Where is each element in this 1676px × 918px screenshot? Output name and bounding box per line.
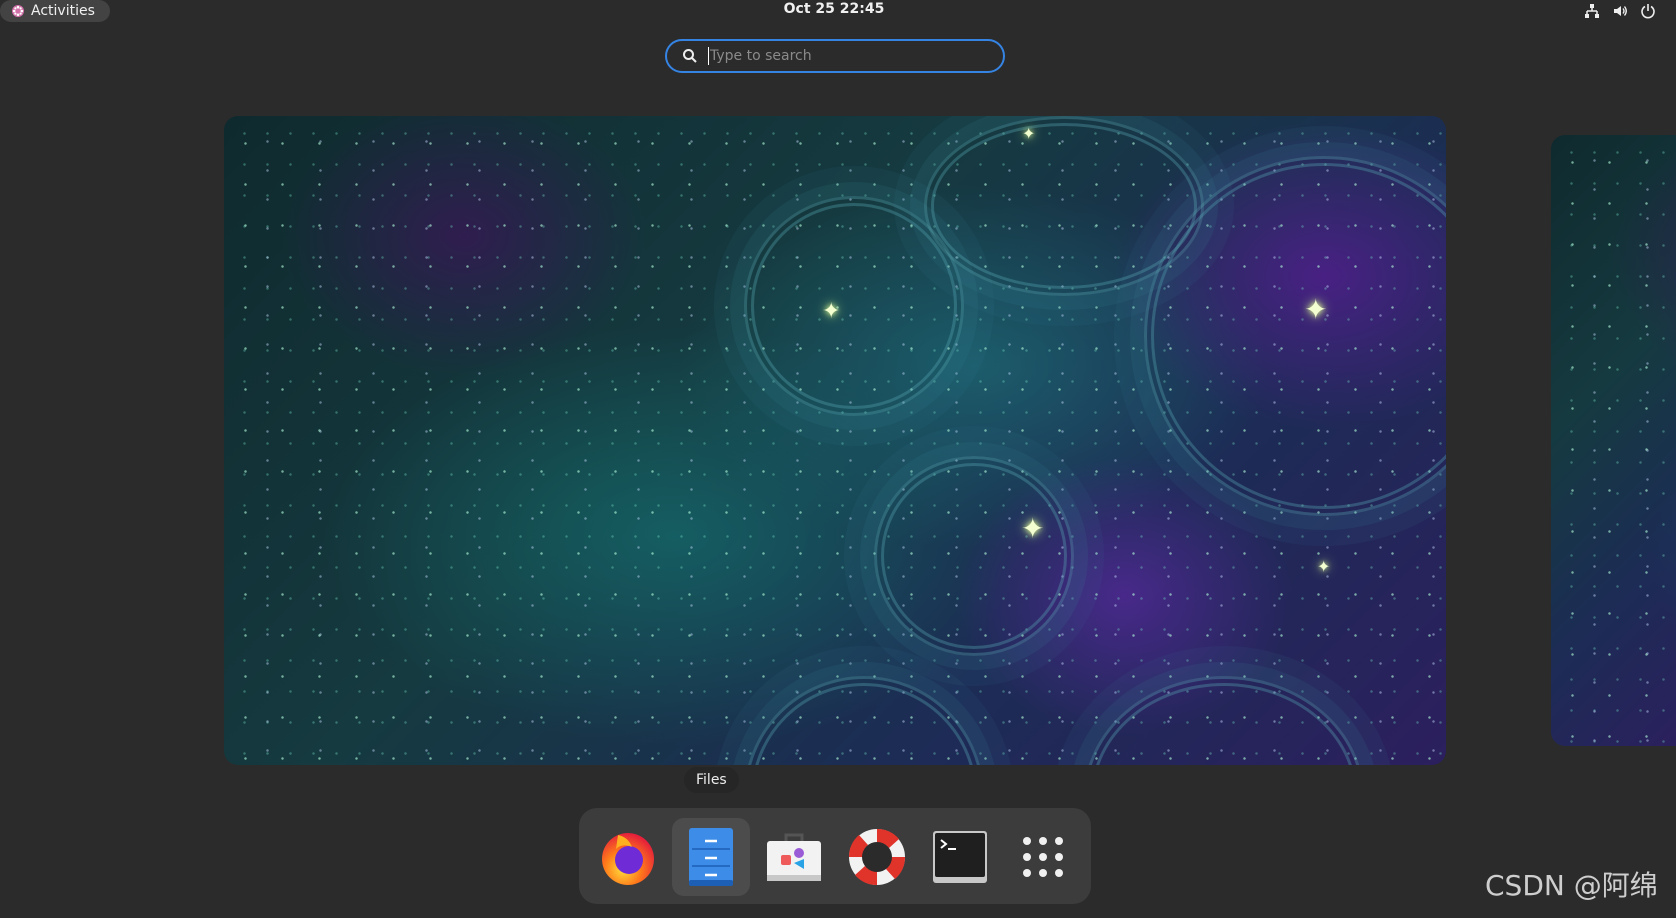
activities-logo-icon bbox=[12, 5, 24, 17]
wallpaper-star: ✦ bbox=[1304, 293, 1328, 326]
wallpaper-star: ✦ bbox=[1317, 557, 1331, 576]
software-icon bbox=[767, 833, 821, 881]
wallpaper-texture bbox=[1551, 135, 1676, 746]
wallpaper-ring bbox=[924, 116, 1204, 296]
top-bar: Activities Oct 25 22:45 bbox=[0, 0, 1676, 22]
activities-label: Activities bbox=[31, 3, 95, 19]
firefox-icon bbox=[602, 833, 654, 885]
wallpaper-ring bbox=[874, 456, 1074, 656]
power-icon[interactable] bbox=[1640, 3, 1656, 19]
network-icon[interactable] bbox=[1584, 3, 1600, 19]
dash bbox=[579, 808, 1091, 904]
terminal-icon bbox=[933, 831, 987, 883]
activities-button[interactable]: Activities bbox=[0, 0, 110, 22]
dash-tooltip: Files bbox=[684, 767, 739, 793]
dash-item-files[interactable] bbox=[672, 818, 750, 896]
dash-item-software[interactable] bbox=[755, 818, 833, 896]
search-input[interactable] bbox=[708, 47, 982, 65]
clock[interactable]: Oct 25 22:45 bbox=[734, 1, 934, 17]
search-box[interactable] bbox=[665, 39, 1005, 73]
wallpaper-star: ✦ bbox=[1022, 124, 1036, 143]
volume-icon[interactable] bbox=[1612, 3, 1628, 19]
files-icon bbox=[689, 828, 733, 886]
search-icon bbox=[683, 49, 697, 63]
dash-item-help[interactable] bbox=[838, 818, 916, 896]
dash-item-terminal[interactable] bbox=[921, 818, 999, 896]
workspace-thumbnail-current[interactable]: ✦ ✦ ✦ ✦ ✦ bbox=[224, 116, 1446, 765]
watermark: CSDN @阿绵 bbox=[1485, 869, 1658, 902]
dash-item-firefox[interactable] bbox=[589, 818, 667, 896]
app-grid-icon bbox=[1023, 837, 1063, 877]
workspace-thumbnail-next[interactable] bbox=[1551, 135, 1676, 746]
show-applications-button[interactable] bbox=[1004, 818, 1082, 896]
help-icon bbox=[848, 828, 906, 886]
wallpaper-star: ✦ bbox=[1021, 512, 1045, 545]
wallpaper-star: ✦ bbox=[822, 299, 841, 324]
